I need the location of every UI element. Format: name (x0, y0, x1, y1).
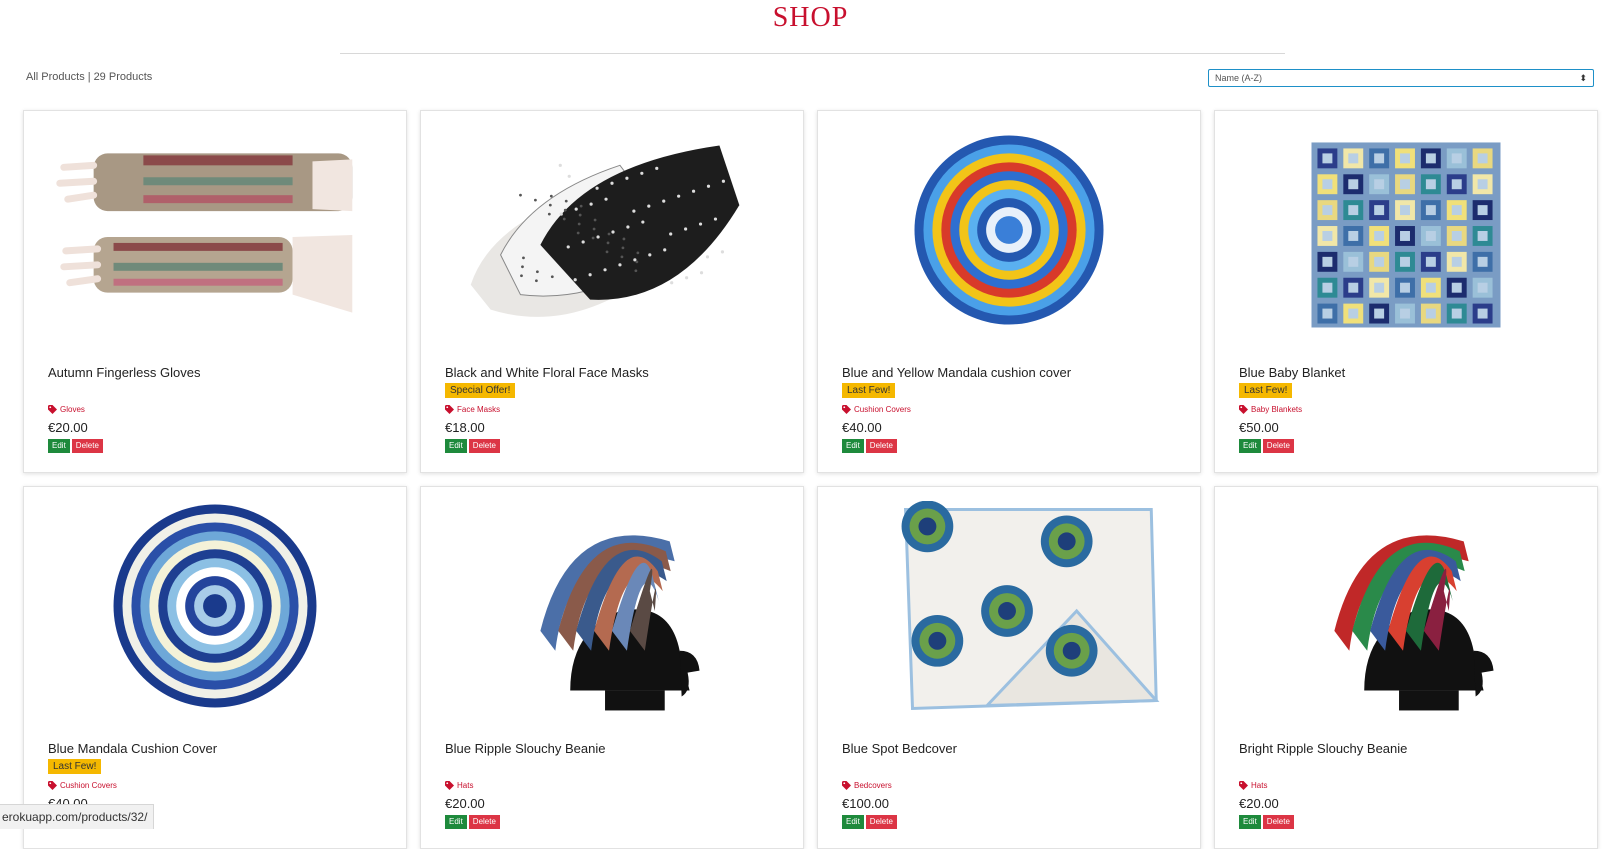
delete-button[interactable]: Delete (468, 439, 500, 453)
product-image[interactable] (1215, 501, 1597, 711)
product-admin-actions: EditDelete (445, 439, 500, 453)
all-products-link[interactable]: All Products (26, 71, 85, 83)
product-image[interactable] (24, 501, 406, 711)
product-image-gloves (56, 153, 353, 313)
product-category-link[interactable]: Hats (1239, 781, 1267, 790)
product-category: Hats (457, 781, 474, 790)
product-category: Bedcovers (854, 781, 892, 790)
sort-arrows-icon: ⬍ (1579, 73, 1587, 83)
product-image-blanket (1311, 142, 1501, 328)
product-image[interactable] (24, 125, 406, 335)
product-badge: Last Few! (842, 383, 896, 398)
product-price: €20.00 (1239, 796, 1279, 811)
product-card[interactable]: Blue and Yellow Mandala cushion cover Las… (817, 110, 1201, 473)
product-name[interactable]: Autumn Fingerless Gloves (48, 365, 200, 380)
product-price: €18.00 (445, 420, 485, 435)
delete-button[interactable]: Delete (71, 439, 103, 453)
product-image[interactable] (1215, 125, 1597, 335)
product-category: Face Masks (457, 405, 501, 414)
product-name[interactable]: Bright Ripple Slouchy Beanie (1239, 741, 1407, 756)
product-price: €20.00 (445, 796, 485, 811)
product-category-link[interactable]: Bedcovers (842, 781, 892, 790)
page-title: SHOP (772, 2, 849, 33)
product-image-bedcover (901, 501, 1160, 711)
tag-icon (48, 781, 57, 790)
edit-button[interactable]: Edit (445, 815, 467, 829)
product-name[interactable]: Blue Spot Bedcover (842, 741, 957, 756)
delete-button[interactable]: Delete (1262, 815, 1294, 829)
tag-icon (445, 781, 454, 790)
product-category-link[interactable]: Face Masks (445, 405, 500, 414)
product-card[interactable]: Bright Ripple Slouchy Beanie Hats €20.00 Ed… (1214, 486, 1598, 849)
product-admin-actions: EditDelete (1239, 815, 1294, 829)
product-category: Cushion Covers (60, 781, 117, 790)
product-name[interactable]: Blue Baby Blanket (1239, 365, 1345, 380)
tag-icon (445, 405, 454, 414)
product-card[interactable]: Blue Baby Blanket Last Few! Baby Blankets €… (1214, 110, 1598, 473)
product-image-mandala-bright (914, 135, 1104, 325)
product-category: Gloves (60, 405, 85, 414)
product-name[interactable]: Black and White Floral Face Masks (445, 365, 649, 380)
product-count: 29 Products (93, 71, 153, 83)
product-admin-actions: EditDelete (48, 439, 103, 453)
product-category: Baby Blankets (1251, 405, 1303, 414)
product-admin-actions: EditDelete (445, 815, 500, 829)
title-divider (340, 53, 1285, 54)
product-category-link[interactable]: Cushion Covers (842, 405, 911, 414)
product-image-masks (470, 145, 740, 317)
product-card[interactable]: Blue Spot Bedcover Bedcovers €100.00 Edit De… (817, 486, 1201, 849)
product-price: €100.00 (842, 796, 889, 811)
tag-icon (48, 405, 57, 414)
product-card[interactable]: Autumn Fingerless Gloves Gloves €20.00 Edit… (23, 110, 407, 473)
edit-button[interactable]: Edit (1239, 815, 1261, 829)
delete-button[interactable]: Delete (865, 815, 897, 829)
product-category: Hats (1251, 781, 1268, 790)
edit-button[interactable]: Edit (1239, 439, 1261, 453)
product-admin-actions: EditDelete (842, 439, 897, 453)
product-grid: Autumn Fingerless Gloves Gloves €20.00 Edit… (23, 110, 1598, 849)
product-admin-actions: EditDelete (842, 815, 897, 829)
delete-button[interactable]: Delete (1262, 439, 1294, 453)
product-count-info: All Products | 29 Products (26, 71, 152, 83)
product-image[interactable] (818, 501, 1200, 711)
edit-button[interactable]: Edit (445, 439, 467, 453)
product-badge: Last Few! (48, 759, 102, 774)
sort-selected-value: Name (A-Z) (1215, 73, 1262, 83)
tag-icon (1239, 781, 1248, 790)
product-card[interactable]: Blue Ripple Slouchy Beanie Hats €20.00 Edit… (420, 486, 804, 849)
product-image-beanie-blue (540, 535, 700, 711)
product-category-link[interactable]: Baby Blankets (1239, 405, 1302, 414)
count-separator: | (87, 71, 91, 83)
tag-icon (842, 781, 851, 790)
tag-icon (1239, 405, 1248, 414)
product-name[interactable]: Blue and Yellow Mandala cushion cover (842, 365, 1071, 380)
edit-button[interactable]: Edit (842, 439, 864, 453)
product-badge: Last Few! (1239, 383, 1293, 398)
product-card[interactable]: Blue Mandala Cushion Cover Last Few! Cushi… (23, 486, 407, 849)
product-admin-actions: EditDelete (1239, 439, 1294, 453)
product-category-link[interactable]: Hats (445, 781, 473, 790)
edit-button[interactable]: Edit (48, 439, 70, 453)
product-name[interactable]: Blue Mandala Cushion Cover (48, 741, 217, 756)
product-image-mandala-blue (113, 504, 317, 708)
product-price: €20.00 (48, 420, 88, 435)
product-category-link[interactable]: Cushion Covers (48, 781, 117, 790)
edit-button[interactable]: Edit (842, 815, 864, 829)
product-image[interactable] (421, 125, 803, 335)
status-bar-url: erokuapp.com/products/32/ (0, 804, 155, 829)
product-category-link[interactable]: Gloves (48, 405, 85, 414)
product-price: €40.00 (842, 420, 882, 435)
product-image[interactable] (818, 125, 1200, 335)
product-badge: Special Offer! (445, 383, 516, 398)
sort-select[interactable]: Name (A-Z) ⬍ (1208, 69, 1594, 87)
product-category: Cushion Covers (854, 405, 911, 414)
product-price: €50.00 (1239, 420, 1279, 435)
product-name[interactable]: Blue Ripple Slouchy Beanie (445, 741, 605, 756)
delete-button[interactable]: Delete (865, 439, 897, 453)
product-image[interactable] (421, 501, 803, 711)
product-card[interactable]: Black and White Floral Face Masks Special… (420, 110, 804, 473)
tag-icon (842, 405, 851, 414)
product-image-beanie-bright (1334, 535, 1494, 711)
delete-button[interactable]: Delete (468, 815, 500, 829)
